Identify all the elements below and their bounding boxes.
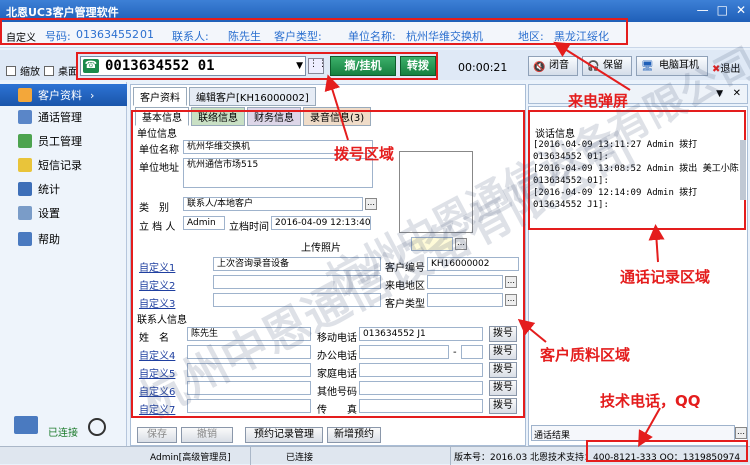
popup-arrow xyxy=(553,41,631,91)
dial-arrow xyxy=(324,74,349,141)
profile-arrow xyxy=(517,318,547,343)
annotation-popup: 来电弹屏 xyxy=(568,92,629,110)
log-arrow xyxy=(648,224,665,263)
support-arrow xyxy=(638,407,661,447)
annotation-profile: 客户质料区域 xyxy=(540,346,631,364)
annotation-support: 技术电话，QQ xyxy=(600,392,701,410)
annotation-dial: 拨号区域 xyxy=(334,145,395,163)
annotation-log: 通话记录区域 xyxy=(620,268,711,286)
